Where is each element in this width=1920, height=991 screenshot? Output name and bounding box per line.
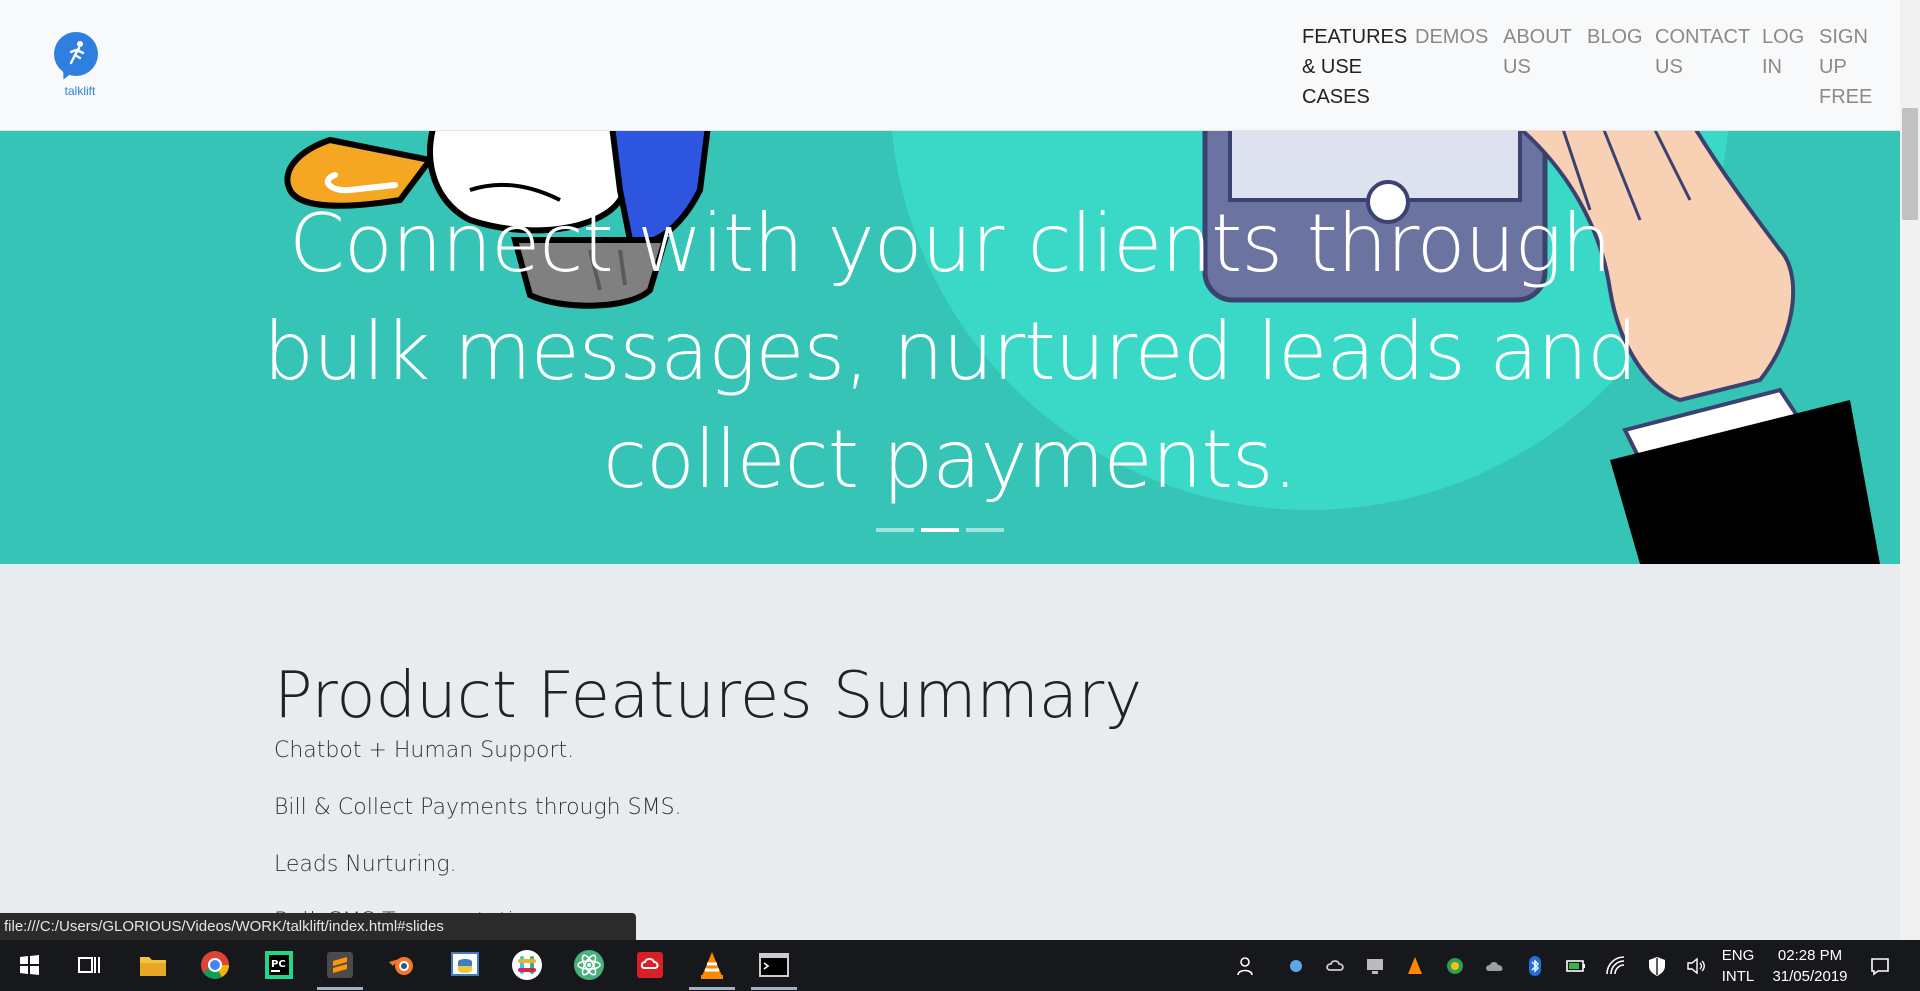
vlc-icon[interactable] (689, 948, 735, 990)
bluetooth-icon[interactable] (1523, 954, 1547, 978)
sublime-text-icon[interactable] (317, 948, 363, 990)
vlc-tray-icon[interactable] (1403, 954, 1427, 978)
navbar: talklift FEATURES & USE CASES DEMOS ABOU… (0, 0, 1900, 131)
chrome-icon[interactable] (198, 948, 232, 982)
carousel-indicator-2[interactable] (921, 528, 959, 532)
security-shield-icon[interactable] (1645, 954, 1669, 978)
nav-sign-up-free[interactable]: SIGN UP FREE (1819, 22, 1874, 112)
sync-icon[interactable] (1443, 954, 1467, 978)
action-center-icon[interactable] (1868, 954, 1892, 978)
hero-heading: Connect with your clients through bulk m… (263, 197, 1638, 506)
nav-demos[interactable]: DEMOS (1415, 22, 1488, 52)
onedrive-icon[interactable] (1483, 954, 1507, 978)
feature-item: Chatbot + Human Support. (274, 738, 575, 763)
running-person-icon (69, 41, 85, 65)
carousel-indicator-3[interactable] (966, 528, 1004, 532)
volume-icon[interactable] (1684, 954, 1708, 978)
carousel-indicator-1[interactable] (876, 528, 914, 532)
feature-item: Bill & Collect Payments through SMS. (274, 795, 682, 820)
pycharm-icon[interactable]: PC (262, 948, 296, 982)
talklift-logo[interactable]: talklift (52, 30, 102, 104)
features-summary-section: Product Features Summary Chatbot + Human… (0, 564, 1900, 940)
python-idle-icon[interactable] (448, 948, 482, 982)
people-icon[interactable] (1235, 954, 1259, 978)
windows-start-icon[interactable] (12, 948, 46, 982)
section-title: Product Features Summary (274, 659, 1143, 733)
input-language[interactable]: ENG INTL (1720, 945, 1756, 987)
clock[interactable]: 02:28 PM 31/05/2019 (1762, 945, 1858, 987)
terminal-icon[interactable] (751, 948, 797, 990)
scrollbar-thumb[interactable] (1902, 108, 1918, 220)
tray-app-icon[interactable] (1284, 954, 1308, 978)
atom-icon[interactable] (572, 948, 606, 982)
page-scrollbar[interactable] (1900, 0, 1920, 940)
display-icon[interactable] (1363, 954, 1387, 978)
svg-text:PC: PC (271, 959, 286, 970)
nav-contact-us[interactable]: CONTACT US (1655, 22, 1750, 82)
language-code: ENG (1721, 947, 1755, 964)
nav-features-use-cases[interactable]: FEATURES & USE CASES (1302, 22, 1407, 112)
wifi-icon[interactable] (1604, 954, 1628, 978)
windows-taskbar: PC ENG INTL 02:28 PM 31/05/2019 (0, 940, 1920, 991)
battery-icon[interactable] (1564, 954, 1588, 978)
task-view-icon[interactable] (72, 948, 106, 982)
file-explorer-icon[interactable] (136, 948, 170, 982)
browser-status-bar: file:///C:/Users/GLORIOUS/Videos/WORK/ta… (0, 913, 636, 940)
feature-item: Leads Nurturing. (274, 852, 457, 877)
blender-icon[interactable] (385, 948, 419, 982)
logo-text: talklift (64, 84, 96, 98)
nav-log-in[interactable]: LOG IN (1762, 22, 1807, 82)
nav-about-us[interactable]: ABOUT US (1503, 22, 1573, 82)
slack-icon[interactable] (510, 948, 544, 982)
hero-carousel[interactable]: Connect with your clients through bulk m… (0, 130, 1900, 564)
creative-cloud-tray-icon[interactable] (1323, 954, 1347, 978)
language-layout: INTL (1721, 968, 1755, 985)
nav-blog[interactable]: BLOG (1587, 22, 1643, 52)
clock-date: 31/05/2019 (1772, 968, 1848, 985)
creative-cloud-icon[interactable] (633, 948, 667, 982)
clock-time: 02:28 PM (1777, 947, 1843, 964)
